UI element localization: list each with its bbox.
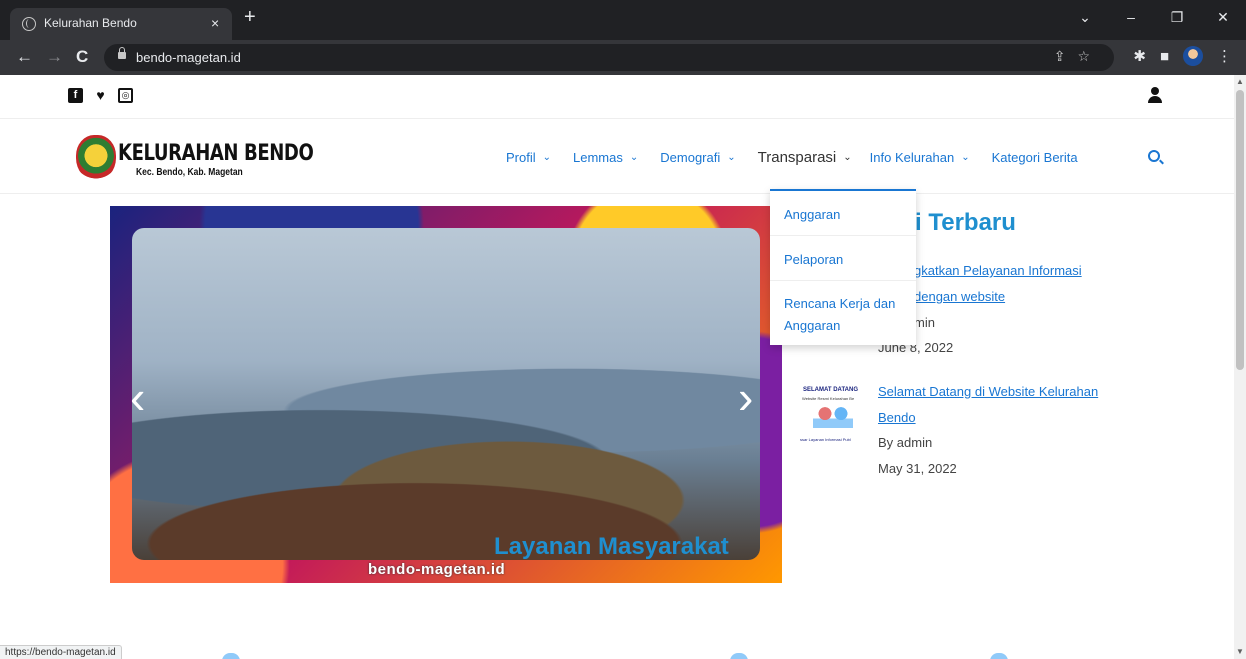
menu-item-transparasi[interactable]: Transparasi ⌄: [758, 149, 852, 166]
menu-item-info-kelurahan[interactable]: Info Kelurahan ⌄: [870, 150, 970, 165]
more-menu-icon[interactable]: ⋮: [1217, 47, 1232, 65]
slide-mountain-photo: [132, 228, 760, 560]
restore-button[interactable]: ❐: [1154, 0, 1200, 40]
close-window-button[interactable]: ✕: [1200, 0, 1246, 40]
dropdown-item-pelaporan[interactable]: Pelaporan: [770, 249, 916, 271]
chevron-down-icon: ⌄: [542, 152, 552, 163]
logo-emblem[interactable]: [76, 135, 116, 181]
extension-icons: ✱ ■ ⋮: [1133, 46, 1232, 66]
news-2-title-line2[interactable]: Bendo: [878, 406, 916, 430]
slider-next-arrow-icon[interactable]: ›: [738, 374, 753, 420]
menu-item-lemmas[interactable]: Lemmas ⌄: [573, 150, 638, 165]
service-icon[interactable]: [990, 653, 1008, 659]
news-2-thumbnail[interactable]: SELAMAT DATANG Website Resmi Kelurahan B…: [799, 382, 871, 454]
tab-title: Kelurahan Bendo: [44, 16, 137, 30]
news-section-title: i Terbaru: [915, 209, 1016, 236]
scroll-down-arrow-icon[interactable]: ▼: [1236, 647, 1244, 656]
new-tab-button[interactable]: +: [244, 7, 256, 27]
globe-icon: [22, 17, 36, 31]
service-icon[interactable]: [730, 653, 748, 659]
people-illustration: [813, 404, 853, 428]
extensions-puzzle-icon[interactable]: ✱: [1133, 47, 1146, 65]
search-icon[interactable]: [1148, 150, 1160, 162]
slide-caption: bendo-magetan.id: [368, 561, 506, 578]
status-bar-url: https://bendo-magetan.id: [0, 645, 122, 659]
menu-item-kategori-berita[interactable]: Kategori Berita: [992, 150, 1078, 165]
divider: [770, 235, 916, 236]
chevron-down-icon: ⌄: [843, 152, 852, 163]
web-page: f ♥ ◎ KELURAHAN BENDO Kec. Bendo, Kab. M…: [0, 75, 1234, 659]
url-text[interactable]: bendo-magetan.id: [136, 50, 241, 65]
chevron-down-icon: ⌄: [629, 152, 639, 163]
back-arrow-icon[interactable]: ←: [16, 45, 33, 69]
transparasi-dropdown: Anggaran Pelaporan Rencana Kerja dan Ang…: [770, 189, 916, 345]
address-bar[interactable]: bendo-magetan.id ⇪☆: [104, 44, 1114, 71]
scroll-up-arrow-icon[interactable]: ▲: [1236, 77, 1244, 86]
dropdown-item-anggaran[interactable]: Anggaran: [770, 204, 916, 226]
logo-title[interactable]: KELURAHAN BENDO: [118, 141, 314, 166]
side-panel-icon[interactable]: ■: [1160, 48, 1169, 65]
social-links: f ♥ ◎: [68, 88, 133, 103]
profile-avatar[interactable]: [1183, 46, 1203, 66]
services-section-title: Layanan Masyarakat: [494, 533, 729, 560]
slider-prev-arrow-icon[interactable]: ‹: [130, 374, 145, 420]
twitter-icon[interactable]: ♥: [93, 88, 108, 103]
scroll-thumb[interactable]: [1236, 90, 1244, 370]
reload-icon[interactable]: C: [76, 45, 88, 69]
minimize-button[interactable]: –: [1108, 0, 1154, 40]
share-and-bookmark-icons[interactable]: ⇪☆: [1054, 48, 1102, 65]
tab-search-button[interactable]: ⌄: [1062, 0, 1108, 40]
site-header: KELURAHAN BENDO Kec. Bendo, Kab. Magetan…: [0, 119, 1234, 194]
top-bar: f ♥ ◎: [0, 75, 1234, 119]
menu-item-demografi[interactable]: Demografi ⌄: [660, 150, 735, 165]
forward-arrow-icon[interactable]: →: [46, 45, 63, 69]
divider: [770, 280, 916, 281]
menu-item-profil[interactable]: Profil ⌄: [506, 150, 551, 165]
main-menu: Profil ⌄ Lemmas ⌄ Demografi ⌄ Transparasi ⌄ …: [506, 149, 1102, 166]
logo-subtitle: Kec. Bendo, Kab. Magetan: [136, 167, 243, 178]
lock-icon[interactable]: [118, 47, 126, 59]
browser-tab-bar: Kelurahan Bendo × + ⌄ – ❐ ✕: [0, 0, 1246, 40]
image-slider[interactable]: ‹ › bendo-magetan.id: [110, 206, 782, 583]
news-1-author: min: [914, 315, 935, 330]
news-1-title-line1[interactable]: gkatkan Pelayanan Informasi: [914, 259, 1082, 283]
news-2-author: By admin: [878, 435, 933, 450]
chevron-down-icon: ⌄: [961, 152, 970, 163]
page-scrollbar[interactable]: ▲ ▼: [1234, 75, 1246, 659]
window-controls: ⌄ – ❐ ✕: [1062, 0, 1246, 40]
dropdown-item-rencana-kerja[interactable]: Rencana Kerja dan Anggaran: [770, 293, 916, 337]
facebook-icon[interactable]: f: [68, 88, 83, 103]
news-1-title-line2[interactable]: dengan website: [914, 285, 1005, 309]
news-2-title-line1[interactable]: Selamat Datang di Website Kelurahan: [878, 380, 1098, 404]
browser-toolbar: ← → C bendo-magetan.id ⇪☆ ✱ ■ ⋮: [0, 40, 1246, 75]
user-icon[interactable]: [1148, 87, 1162, 103]
instagram-icon[interactable]: ◎: [118, 88, 133, 103]
tab-close-button[interactable]: ×: [211, 15, 219, 31]
news-2-date: May 31, 2022: [878, 461, 957, 476]
browser-tab[interactable]: Kelurahan Bendo ×: [10, 8, 232, 40]
service-icon[interactable]: [222, 653, 240, 659]
chevron-down-icon: ⌄: [727, 152, 736, 163]
